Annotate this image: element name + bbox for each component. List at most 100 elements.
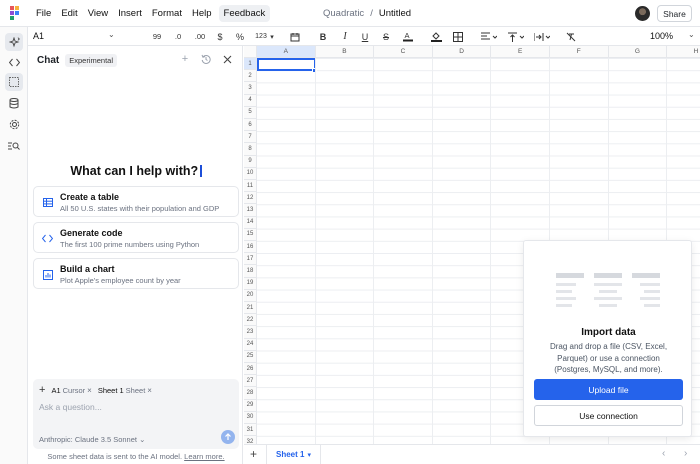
cell-selection-icon[interactable] [5, 73, 23, 91]
row-header[interactable]: 20 [244, 289, 257, 302]
model-selector[interactable]: Anthropic: Claude 3.5 Sonnet ⌄ [39, 435, 145, 444]
fill-color-icon[interactable] [430, 29, 442, 44]
code-icon[interactable] [5, 53, 23, 71]
column-header[interactable]: H [667, 46, 700, 58]
row-header[interactable]: 29 [244, 399, 257, 412]
row-header[interactable]: 18 [244, 265, 257, 278]
decrease-decimals-button[interactable]: .0 [170, 29, 186, 44]
row-header[interactable]: 25 [244, 350, 257, 363]
underline-icon[interactable]: U [359, 29, 371, 44]
search-data-icon[interactable] [5, 137, 23, 155]
menu-view[interactable]: View [83, 5, 113, 22]
chevron-down-icon[interactable]: ▾ [268, 29, 276, 44]
database-icon[interactable] [5, 94, 23, 112]
row-header[interactable]: 12 [244, 192, 257, 205]
add-context-plus-icon[interactable]: + [39, 384, 45, 396]
borders-icon[interactable] [452, 29, 464, 44]
text-wrap-icon[interactable] [533, 29, 551, 44]
row-header[interactable]: 23 [244, 326, 257, 339]
increase-decimals-button[interactable]: .00 [192, 29, 208, 44]
column-header[interactable]: E [491, 46, 550, 58]
row-header[interactable]: 26 [244, 363, 257, 376]
text-color-icon[interactable]: A [402, 29, 414, 44]
feedback-button[interactable]: Feedback [218, 4, 271, 22]
row-header[interactable]: 31 [244, 424, 257, 437]
format-99-button[interactable]: 99 [150, 29, 164, 44]
menu-edit[interactable]: Edit [56, 5, 82, 22]
calendar-icon[interactable] [288, 29, 302, 44]
column-header[interactable]: A [257, 46, 316, 58]
send-arrow-icon[interactable] [221, 430, 235, 444]
chat-input[interactable]: Ask a question... [39, 402, 102, 412]
upload-file-button[interactable]: Upload file [534, 379, 683, 400]
row-header[interactable]: 5 [244, 106, 257, 119]
row-header[interactable]: 30 [244, 411, 257, 424]
column-header[interactable]: F [550, 46, 609, 58]
context-chip-cursor[interactable]: A1 Cursor × [51, 386, 91, 395]
remove-context-icon[interactable]: × [87, 386, 92, 395]
select-all-corner[interactable] [244, 46, 257, 58]
row-header[interactable]: 7 [244, 131, 257, 144]
ai-sparkle-icon[interactable] [5, 33, 23, 51]
row-header[interactable]: 19 [244, 277, 257, 290]
currency-button[interactable]: $ [214, 29, 226, 44]
menu-format[interactable]: Format [147, 5, 187, 22]
bold-icon[interactable]: B [317, 29, 329, 44]
chevron-down-icon[interactable]: ⌄ [688, 30, 695, 39]
row-header[interactable]: 27 [244, 375, 257, 388]
row-header[interactable]: 1 [244, 58, 257, 71]
column-header[interactable]: B [315, 46, 375, 58]
chevron-left-icon[interactable]: ‹ [662, 448, 665, 459]
row-header[interactable]: 4 [244, 94, 257, 107]
row-header[interactable]: 6 [244, 119, 257, 132]
column-header[interactable]: G [608, 46, 668, 58]
chevron-down-icon[interactable]: ▾ [307, 451, 311, 459]
clear-formatting-icon[interactable] [565, 29, 577, 44]
quadratic-logo[interactable] [0, 0, 28, 27]
column-header[interactable]: D [432, 46, 492, 58]
context-chip-sheet[interactable]: Sheet 1 Sheet × [98, 386, 152, 395]
row-header[interactable]: 17 [244, 253, 257, 266]
row-header[interactable]: 10 [244, 167, 257, 180]
user-avatar[interactable] [635, 6, 650, 21]
percent-button[interactable]: % [234, 29, 246, 44]
row-header[interactable]: 8 [244, 143, 257, 156]
suggestion-create-table[interactable]: Create a table All 50 U.S. states with t… [33, 186, 239, 217]
share-button[interactable]: Share [657, 5, 692, 22]
new-chat-plus-icon[interactable]: + [179, 53, 191, 65]
suggestion-build-chart[interactable]: Build a chart Plot Apple's employee coun… [33, 258, 239, 289]
row-header[interactable]: 15 [244, 228, 257, 241]
chevron-down-icon[interactable]: ⌄ [108, 30, 115, 39]
row-header[interactable]: 3 [244, 82, 257, 95]
remove-context-icon[interactable]: × [147, 386, 152, 395]
use-connection-button[interactable]: Use connection [534, 405, 683, 426]
row-header[interactable]: 28 [244, 387, 257, 400]
row-header[interactable]: 14 [244, 216, 257, 229]
row-header[interactable]: 11 [244, 180, 257, 193]
app-name[interactable]: Quadratic [323, 8, 364, 19]
active-cell-cursor[interactable] [257, 58, 316, 71]
align-left-icon[interactable] [480, 29, 498, 44]
row-header[interactable]: 21 [244, 302, 257, 315]
settings-gear-icon[interactable] [5, 115, 23, 133]
menu-insert[interactable]: Insert [113, 5, 147, 22]
number-format-button[interactable]: 123 [254, 29, 268, 44]
row-header[interactable]: 16 [244, 241, 257, 254]
menu-file[interactable]: File [31, 5, 56, 22]
close-icon[interactable] [221, 53, 233, 65]
zoom-level[interactable]: 100% [650, 31, 673, 41]
cell-reference-input[interactable]: A1 [33, 31, 44, 41]
menu-help[interactable]: Help [187, 5, 217, 22]
row-header[interactable]: 13 [244, 204, 257, 217]
row-header[interactable]: 9 [244, 155, 257, 168]
italic-icon[interactable]: I [339, 29, 351, 44]
history-icon[interactable] [200, 53, 212, 65]
row-header[interactable]: 22 [244, 314, 257, 327]
suggestion-generate-code[interactable]: Generate code The first 100 prime number… [33, 222, 239, 253]
strikethrough-icon[interactable]: S [380, 29, 392, 44]
row-header[interactable]: 24 [244, 338, 257, 351]
vertical-align-icon[interactable] [507, 29, 525, 44]
document-name[interactable]: Untitled [379, 8, 411, 19]
add-sheet-plus-icon[interactable]: + [250, 447, 257, 461]
row-header[interactable]: 2 [244, 70, 257, 83]
